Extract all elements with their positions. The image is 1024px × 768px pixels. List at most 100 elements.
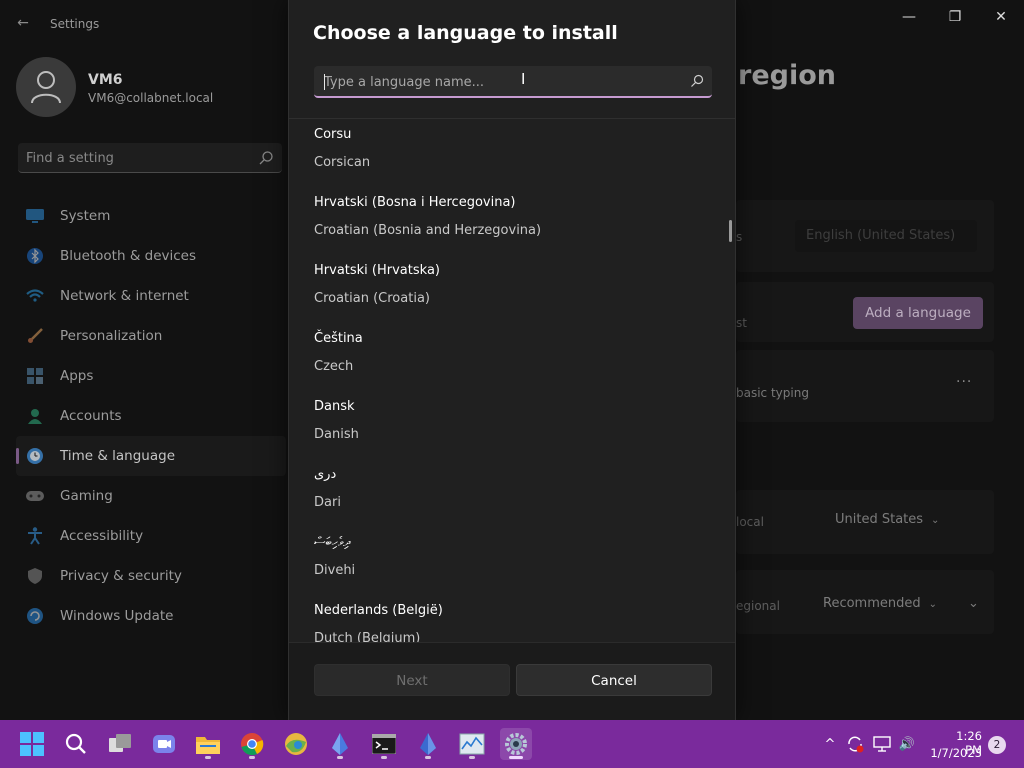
running-indicator — [205, 756, 211, 759]
sidebar-item-label: Personalization — [60, 328, 163, 344]
sidebar-item-label: Accessibility — [60, 528, 144, 544]
country-dropdown[interactable]: United States ⌄ — [835, 512, 939, 527]
running-indicator — [469, 756, 475, 759]
regional-fragment: egional — [736, 599, 780, 613]
regional-format-value: Recommended — [823, 596, 921, 611]
apps-icon — [26, 367, 44, 385]
sidebar-item-personalization[interactable]: Personalization — [16, 316, 286, 356]
sidebar-item-apps[interactable]: Apps — [16, 356, 286, 396]
network-wired-icon[interactable] — [872, 734, 892, 754]
search-icon[interactable] — [60, 728, 92, 760]
display-language-fragment: s — [736, 230, 743, 244]
language-english-name: Divehi — [314, 563, 356, 578]
sidebar-item-time-language[interactable]: Time & language — [16, 436, 286, 476]
language-search-input[interactable] — [324, 72, 674, 92]
settings-gear-icon[interactable] — [500, 728, 532, 760]
language-search-box[interactable] — [314, 66, 712, 98]
expand-chevron-icon[interactable]: ⌄ — [968, 596, 979, 611]
find-setting-box[interactable] — [18, 143, 282, 173]
list-item[interactable]: Nederlands (België) Dutch (Belgium) — [289, 595, 735, 642]
list-item[interactable]: Hrvatski (Hrvatska) Croatian (Croatia) — [289, 255, 735, 323]
sidebar-item-windows-update[interactable]: Windows Update — [16, 596, 286, 636]
person-icon — [26, 407, 44, 425]
sidebar-item-label: Windows Update — [60, 608, 174, 624]
user-name: VM6 — [88, 72, 123, 88]
app-icon[interactable] — [324, 728, 356, 760]
sidebar-item-accounts[interactable]: Accounts — [16, 396, 286, 436]
shield-icon — [26, 567, 44, 585]
display-language-dropdown[interactable]: English (United States) — [795, 220, 977, 252]
page-title-fragment: region — [738, 60, 836, 91]
person-icon — [31, 71, 61, 104]
speaker-icon[interactable]: 🔊 — [897, 734, 917, 754]
more-options-icon[interactable]: ··· — [956, 374, 972, 390]
next-button[interactable]: Next — [314, 664, 510, 696]
add-language-button[interactable]: Add a language — [853, 297, 983, 329]
language-native-name: Nederlands (België) — [314, 603, 443, 618]
search-icon — [691, 74, 704, 87]
sidebar-item-label: Apps — [60, 368, 94, 384]
back-button[interactable]: ← — [14, 14, 32, 32]
language-native-name: Dansk — [314, 399, 355, 414]
mouse-ibeam-cursor: I — [521, 70, 526, 88]
choose-language-dialog: Choose a language to install I Corsu Cor… — [288, 0, 736, 720]
regional-format-dropdown[interactable]: Recommended ⌄ — [823, 596, 937, 611]
running-indicator — [425, 756, 431, 759]
monitor-icon — [26, 207, 44, 225]
language-native-name: Čeština — [314, 331, 363, 346]
list-item[interactable]: Čeština Czech — [289, 323, 735, 391]
language-english-name: Croatian (Bosnia and Herzegovina) — [314, 223, 542, 238]
list-item[interactable]: Dansk Danish — [289, 391, 735, 459]
clock-date[interactable]: 1/7/2023 — [928, 746, 982, 760]
running-indicator — [249, 756, 255, 759]
text-caret — [324, 74, 325, 90]
find-setting-input[interactable] — [26, 149, 246, 167]
list-item[interactable]: Hrvatski (Bosna i Hercegovina) Croatian … — [289, 187, 735, 255]
sidebar-item-system[interactable]: System — [16, 196, 286, 236]
sidebar-item-label: Privacy & security — [60, 568, 182, 584]
sidebar-nav: System Bluetooth & devices Network & int… — [16, 196, 286, 636]
list-item[interactable]: دری Dari — [289, 459, 735, 527]
sidebar-item-bluetooth[interactable]: Bluetooth & devices — [16, 236, 286, 276]
file-explorer-icon[interactable] — [192, 728, 224, 760]
running-indicator — [337, 756, 343, 759]
resource-monitor-icon[interactable] — [456, 728, 488, 760]
gamepad-icon — [26, 487, 44, 505]
chrome-icon[interactable] — [236, 728, 268, 760]
task-view-icon[interactable] — [104, 728, 136, 760]
language-english-name: Dari — [314, 495, 341, 510]
user-email: VM6@collabnet.local — [88, 91, 214, 105]
terminal-icon[interactable] — [368, 728, 400, 760]
app-title: Settings — [50, 17, 100, 31]
scrollbar-thumb[interactable] — [729, 220, 732, 242]
close-button[interactable]: ✕ — [983, 6, 1019, 28]
cancel-button[interactable]: Cancel — [516, 664, 712, 696]
preferred-languages-fragment: st — [736, 316, 747, 330]
sidebar-item-label: Bluetooth & devices — [60, 248, 197, 264]
sidebar-item-gaming[interactable]: Gaming — [16, 476, 286, 516]
accessibility-icon — [26, 527, 44, 545]
teams-chat-icon[interactable] — [148, 728, 180, 760]
language-native-name: Corsu — [314, 127, 352, 142]
language-native-name: ދިވެހިބަސް — [314, 535, 351, 550]
sidebar-item-label: Time & language — [60, 448, 176, 464]
sidebar-item-privacy[interactable]: Privacy & security — [16, 556, 286, 596]
dialog-footer: Next Cancel — [289, 642, 735, 720]
running-indicator — [381, 756, 387, 759]
edge-canary-icon[interactable] — [280, 728, 312, 760]
sidebar-item-network[interactable]: Network & internet — [16, 276, 286, 316]
minimize-button[interactable]: — — [891, 6, 927, 28]
app-icon-2[interactable] — [412, 728, 444, 760]
notification-badge[interactable]: 2 — [988, 736, 1006, 754]
windows-start-icon[interactable] — [16, 728, 48, 760]
language-list[interactable]: Corsu Corsican Hrvatski (Bosna i Hercego… — [289, 119, 735, 642]
brush-icon — [26, 327, 44, 345]
restore-button[interactable]: ❐ — [937, 6, 973, 28]
sidebar-item-accessibility[interactable]: Accessibility — [16, 516, 286, 556]
avatar[interactable] — [16, 57, 76, 117]
bluetooth-icon — [26, 247, 44, 265]
list-item[interactable]: Corsu Corsican — [289, 119, 735, 187]
sync-alert-icon[interactable] — [845, 734, 865, 754]
tray-overflow-chevron-icon[interactable]: ^ — [820, 734, 840, 754]
list-item[interactable]: ދިވެހިބަސް Divehi — [289, 527, 735, 595]
